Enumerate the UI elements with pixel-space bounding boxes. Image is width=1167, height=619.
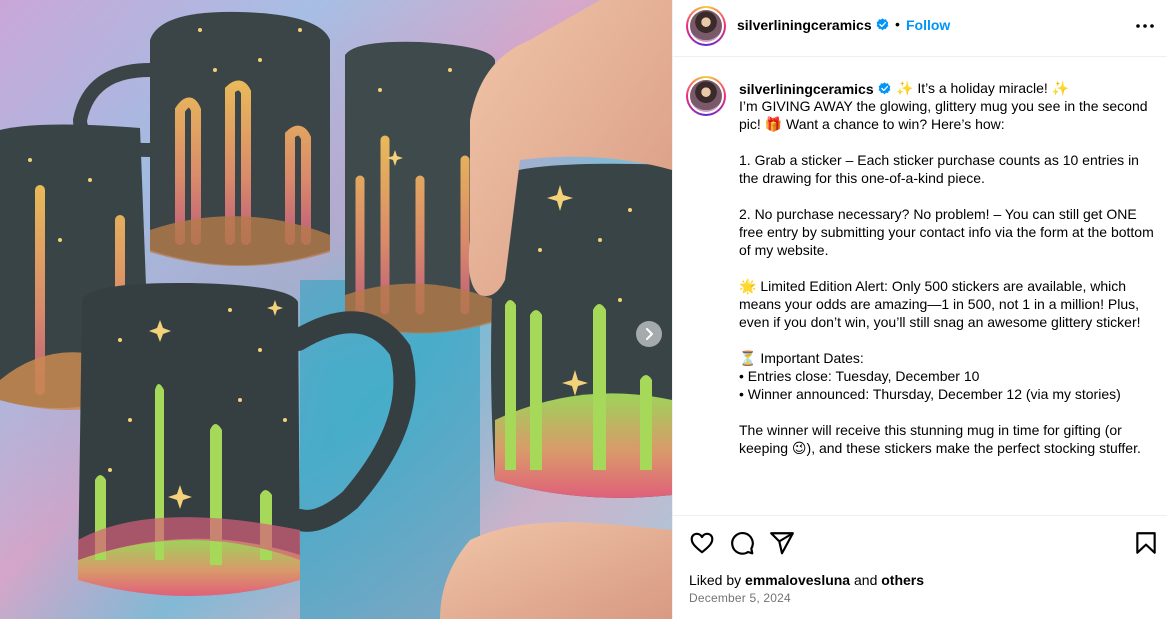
heart-icon[interactable] — [689, 530, 715, 556]
caption-avatar[interactable] — [686, 76, 726, 116]
mugs-photo — [0, 0, 672, 619]
post-panel: silverliningceramics • Follow silverlini… — [672, 0, 1167, 619]
comment-icon[interactable] — [729, 530, 755, 556]
liked-by-others-link[interactable]: others — [881, 572, 924, 588]
post-header: silverliningceramics • Follow — [673, 0, 1167, 57]
chevron-right-icon — [646, 328, 653, 340]
liked-by-user-link[interactable]: emmalovesluna — [745, 572, 850, 588]
caption-area: silverliningceramics ✨ It’s a holiday mi… — [673, 57, 1167, 516]
verified-badge-icon — [876, 18, 889, 31]
username-link[interactable]: silverliningceramics — [737, 17, 872, 33]
post-caption: ✨ It’s a holiday miracle! ✨ I’m GIVING A… — [739, 79, 1159, 457]
post-image[interactable] — [0, 0, 672, 619]
liked-by-prefix: Liked by — [689, 572, 742, 588]
caption-text: ✨ It’s a holiday miracle! ✨ I’m GIVING A… — [739, 80, 1154, 456]
more-options-icon[interactable] — [1135, 16, 1155, 36]
bookmark-icon[interactable] — [1133, 530, 1159, 556]
avatar[interactable] — [686, 6, 726, 46]
liked-by-and: and — [854, 572, 878, 588]
post-date[interactable]: December 5, 2024 — [689, 591, 791, 605]
next-image-button[interactable] — [636, 321, 662, 347]
post-actions: Liked by emmalovesluna and others Decemb… — [673, 516, 1167, 619]
follow-button[interactable]: Follow — [906, 17, 950, 33]
separator-dot: • — [895, 16, 900, 32]
share-icon[interactable] — [769, 530, 795, 556]
liked-by-text: Liked by emmalovesluna and others — [689, 572, 924, 588]
